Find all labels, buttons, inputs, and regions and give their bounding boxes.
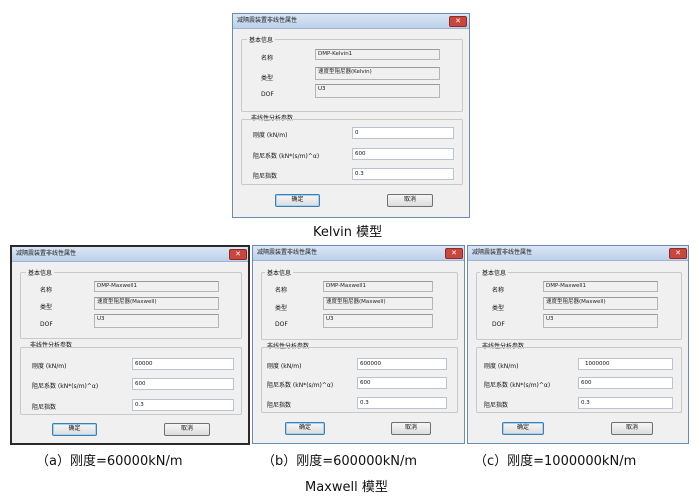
- damping-exponent-label: 阻尼指数: [484, 402, 509, 409]
- close-icon[interactable]: ✕: [229, 249, 247, 260]
- dialog-title: 减隔震装置非线性属性: [237, 17, 298, 24]
- type-field: 速度型阻尼器(Maxwell): [323, 297, 433, 310]
- close-icon[interactable]: ✕: [449, 16, 467, 27]
- damping-exponent-label: 阻尼指数: [267, 402, 292, 409]
- dof-label: DOF: [40, 321, 53, 328]
- type-field: 速度型阻尼器(Kelvin): [315, 67, 440, 80]
- basic-info-label: 基本信息: [247, 35, 276, 44]
- ok-button[interactable]: 确定: [502, 422, 544, 435]
- name-field: DMP-Maxwell1: [94, 281, 219, 292]
- damping-coefficient-label: 阻尼系数 (kN*(s/m)^α): [484, 382, 551, 389]
- maxwell-dialog-c: 减隔震装置非线性属性 ✕ 基本信息 名称 DMP-Maxwell1 类型 速度型…: [467, 245, 689, 444]
- kelvin-dialog: 减隔震装置非线性属性 ✕ 基本信息 名称 DMP-Kelvin1 类型 速度型阻…: [232, 13, 470, 218]
- title-bar[interactable]: 减隔震装置非线性属性 ✕: [253, 246, 464, 261]
- stiffness-label: 刚度 (kN/m): [484, 363, 519, 370]
- stiffness-label: 刚度 (kN/m): [253, 132, 288, 139]
- damping-coefficient-input[interactable]: 600: [578, 377, 673, 389]
- close-icon[interactable]: ✕: [445, 248, 463, 259]
- damping-exponent-input[interactable]: 0.3: [132, 399, 234, 411]
- cancel-button[interactable]: 取消: [164, 423, 210, 436]
- dialog-title: 减隔震装置非线性属性: [472, 249, 533, 256]
- damping-exponent-input[interactable]: 0.3: [578, 397, 673, 409]
- type-field: 速度型阻尼器(Maxwell): [94, 297, 219, 310]
- close-icon[interactable]: ✕: [669, 248, 687, 259]
- kelvin-caption: Kelvin 模型: [313, 225, 383, 240]
- cancel-button[interactable]: 取消: [387, 194, 433, 207]
- dialog-title: 减隔震装置非线性属性: [16, 250, 77, 257]
- name-field: DMP-Maxwell1: [543, 281, 658, 292]
- maxwell-caption: Maxwell 模型: [305, 480, 388, 495]
- damping-coefficient-input[interactable]: 600: [352, 148, 454, 160]
- damping-coefficient-input[interactable]: 600: [357, 377, 447, 389]
- basic-info-label: 基本信息: [265, 268, 294, 277]
- caption-a: （a）刚度=60000kN/m: [36, 454, 183, 469]
- cancel-button[interactable]: 取消: [611, 422, 653, 435]
- ok-button[interactable]: 确定: [285, 422, 325, 435]
- stiffness-input[interactable]: 0: [352, 127, 454, 139]
- damping-exponent-input[interactable]: 0.3: [352, 168, 454, 180]
- stiffness-input[interactable]: 1000000: [578, 358, 673, 370]
- basic-info-label: 基本信息: [480, 268, 509, 277]
- damping-coefficient-label: 阻尼系数 (kN*(s/m)^α): [253, 153, 320, 160]
- dof-label: DOF: [275, 321, 288, 328]
- basic-info-label: 基本信息: [26, 268, 55, 277]
- dof-label: DOF: [492, 321, 505, 328]
- maxwell-dialog-a: 减隔震装置非线性属性 ✕ 基本信息 名称 DMP-Maxwell1 类型 速度型…: [10, 245, 250, 445]
- dof-field: U3: [323, 314, 433, 328]
- maxwell-dialog-b: 减隔震装置非线性属性 ✕ 基本信息 名称 DMP-Maxwell1 类型 速度型…: [252, 245, 465, 444]
- name-label: 名称: [261, 55, 274, 62]
- title-bar[interactable]: 减隔震装置非线性属性 ✕: [12, 247, 248, 262]
- damping-coefficient-label: 阻尼系数 (kN*(s/m)^α): [267, 382, 334, 389]
- dialog-title: 减隔震装置非线性属性: [257, 249, 318, 256]
- type-label: 类型: [40, 304, 53, 311]
- ok-button[interactable]: 确定: [275, 194, 320, 207]
- name-field: DMP-Kelvin1: [315, 49, 440, 60]
- name-field: DMP-Maxwell1: [323, 281, 433, 292]
- name-label: 名称: [492, 287, 505, 294]
- stiffness-input[interactable]: 60000: [132, 358, 234, 370]
- name-label: 名称: [40, 287, 53, 294]
- stiffness-input[interactable]: 600000: [357, 358, 447, 370]
- title-bar[interactable]: 减隔震装置非线性属性 ✕: [233, 14, 469, 29]
- type-label: 类型: [275, 305, 288, 312]
- dof-label: DOF: [261, 91, 274, 98]
- ok-button[interactable]: 确定: [52, 423, 97, 436]
- type-label: 类型: [492, 305, 505, 312]
- dof-field: U3: [94, 314, 219, 328]
- title-bar[interactable]: 减隔震装置非线性属性 ✕: [468, 246, 688, 261]
- damping-coefficient-input[interactable]: 600: [132, 378, 234, 390]
- caption-b: （b）刚度=600000kN/m: [262, 454, 418, 469]
- cancel-button[interactable]: 取消: [391, 422, 431, 435]
- damping-coefficient-label: 阻尼系数 (kN*(s/m)^α): [32, 383, 99, 390]
- caption-c: （c）刚度=1000000kN/m: [474, 454, 637, 469]
- type-field: 速度型阻尼器(Maxwell): [543, 297, 658, 310]
- dof-field: U3: [315, 84, 440, 98]
- name-label: 名称: [275, 287, 288, 294]
- damping-exponent-input[interactable]: 0.3: [357, 397, 447, 409]
- type-label: 类型: [261, 75, 274, 82]
- stiffness-label: 刚度 (kN/m): [267, 363, 302, 370]
- stiffness-label: 刚度 (kN/m): [32, 363, 67, 370]
- damping-exponent-label: 阻尼指数: [32, 404, 57, 411]
- damping-exponent-label: 阻尼指数: [253, 173, 278, 180]
- dof-field: U3: [543, 314, 658, 328]
